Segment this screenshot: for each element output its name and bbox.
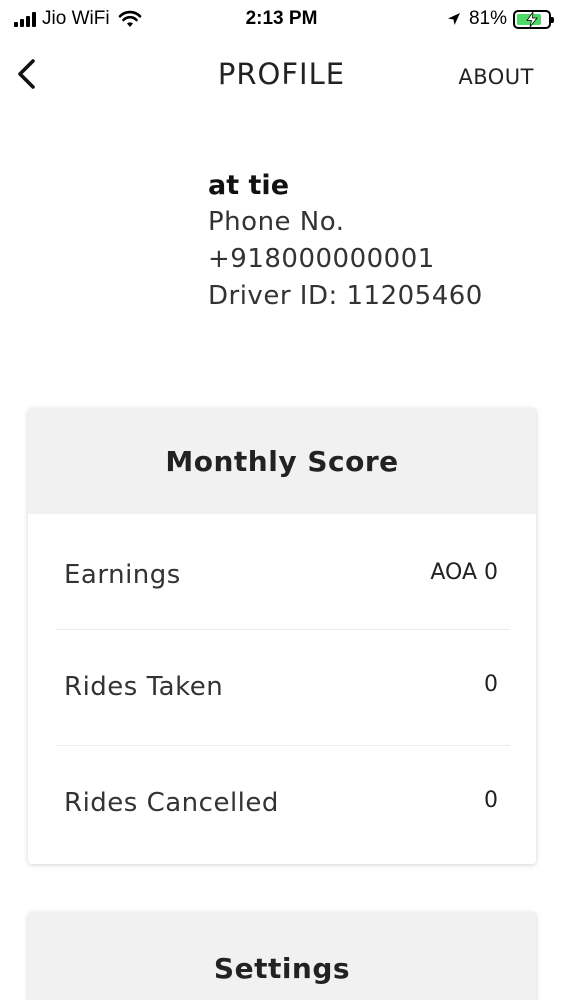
driver-id: Driver ID: 11205460 bbox=[208, 281, 483, 311]
battery-icon bbox=[513, 9, 554, 29]
about-button[interactable]: ABOUT bbox=[458, 65, 534, 89]
row-value: 0 bbox=[484, 788, 498, 813]
row-label: Earnings bbox=[64, 560, 181, 590]
monthly-score-title: Monthly Score bbox=[28, 408, 536, 514]
status-right: 81% bbox=[447, 8, 554, 30]
row-label: Rides Taken bbox=[64, 672, 224, 702]
status-bar: Jio WiFi 2:13 PM 81% bbox=[0, 0, 563, 40]
score-rows: Earnings AOA 0 Rides Taken 0 Rides Cance… bbox=[28, 514, 536, 862]
settings-title: Settings bbox=[28, 912, 536, 1000]
nav-bar: PROFILE ABOUT bbox=[0, 48, 563, 104]
phone-label: Phone No. bbox=[208, 207, 345, 237]
score-row-earnings: Earnings AOA 0 bbox=[56, 514, 510, 630]
score-row-rides-taken: Rides Taken 0 bbox=[56, 630, 510, 746]
profile-info: at tie Phone No. +918000000001 Driver ID… bbox=[208, 168, 483, 315]
battery-tip bbox=[551, 16, 554, 23]
score-row-rides-cancelled: Rides Cancelled 0 bbox=[56, 746, 510, 862]
row-value: AOA 0 bbox=[430, 560, 498, 585]
location-arrow-icon bbox=[447, 13, 460, 25]
driver-name: at tie bbox=[208, 170, 289, 201]
monthly-score-card: Monthly Score Earnings AOA 0 Rides Taken… bbox=[28, 408, 536, 864]
row-value: 0 bbox=[484, 672, 498, 697]
charging-bolt-icon bbox=[526, 11, 538, 27]
phone-number: +918000000001 bbox=[208, 244, 435, 274]
settings-card[interactable]: Settings bbox=[28, 912, 536, 1000]
battery-percent: 81% bbox=[468, 8, 507, 29]
row-label: Rides Cancelled bbox=[64, 788, 279, 818]
